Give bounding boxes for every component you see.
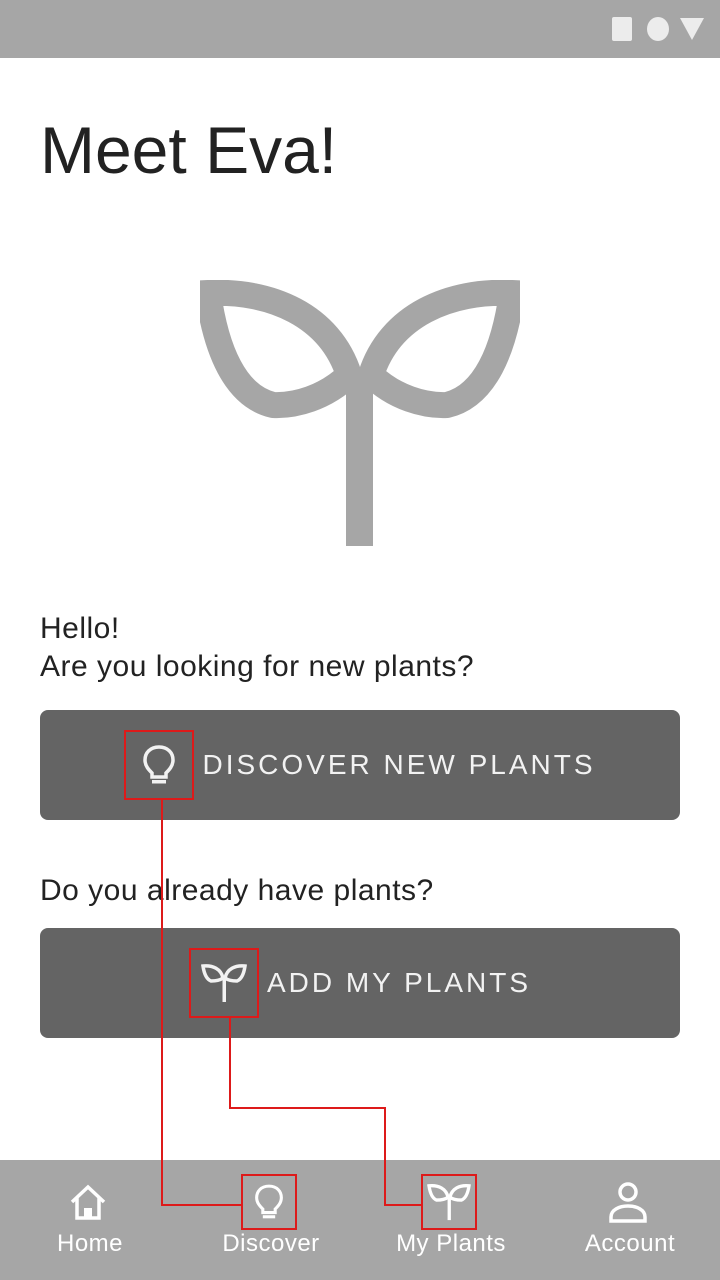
lightbulb-icon xyxy=(241,1174,297,1230)
discover-new-plants-button[interactable]: DISCOVER NEW PLANTS xyxy=(40,710,680,820)
nav-label-discover: Discover xyxy=(222,1230,320,1257)
page-title: Meet Eva! xyxy=(40,113,338,187)
nav-label-home: Home xyxy=(56,1230,124,1257)
nav-item-home[interactable]: Home xyxy=(0,1160,180,1280)
add-my-plants-button[interactable]: ADD MY PLANTS xyxy=(40,928,680,1038)
nav-item-account[interactable]: Account xyxy=(540,1160,720,1280)
status-bar xyxy=(0,0,720,58)
discover-new-plants-label: DISCOVER NEW PLANTS xyxy=(202,749,596,780)
bottom-navigation: Home Discover My Plants Account xyxy=(0,1160,720,1280)
greeting: Hello! Are you looking for new plants? xyxy=(40,610,474,686)
greeting-hello: Hello! xyxy=(40,612,120,645)
status-triangle-icon xyxy=(680,18,704,40)
status-circle-icon xyxy=(647,17,669,41)
nav-item-my-plants[interactable]: My Plants xyxy=(361,1160,541,1280)
home-icon xyxy=(60,1174,116,1230)
lightbulb-icon xyxy=(124,730,195,800)
status-square-icon xyxy=(612,17,632,41)
person-icon xyxy=(600,1174,656,1230)
nav-label-my-plants: My Plants xyxy=(396,1230,506,1257)
nav-item-discover[interactable]: Discover xyxy=(181,1160,361,1280)
greeting-question: Are you looking for new plants? xyxy=(40,650,475,683)
sprout-hero-icon xyxy=(200,280,520,546)
sprout-icon xyxy=(421,1174,477,1230)
nav-label-account: Account xyxy=(584,1230,676,1257)
add-my-plants-label: ADD MY PLANTS xyxy=(266,967,532,998)
sprout-icon xyxy=(188,948,259,1018)
have-plants-question: Do you already have plants? xyxy=(40,874,434,907)
